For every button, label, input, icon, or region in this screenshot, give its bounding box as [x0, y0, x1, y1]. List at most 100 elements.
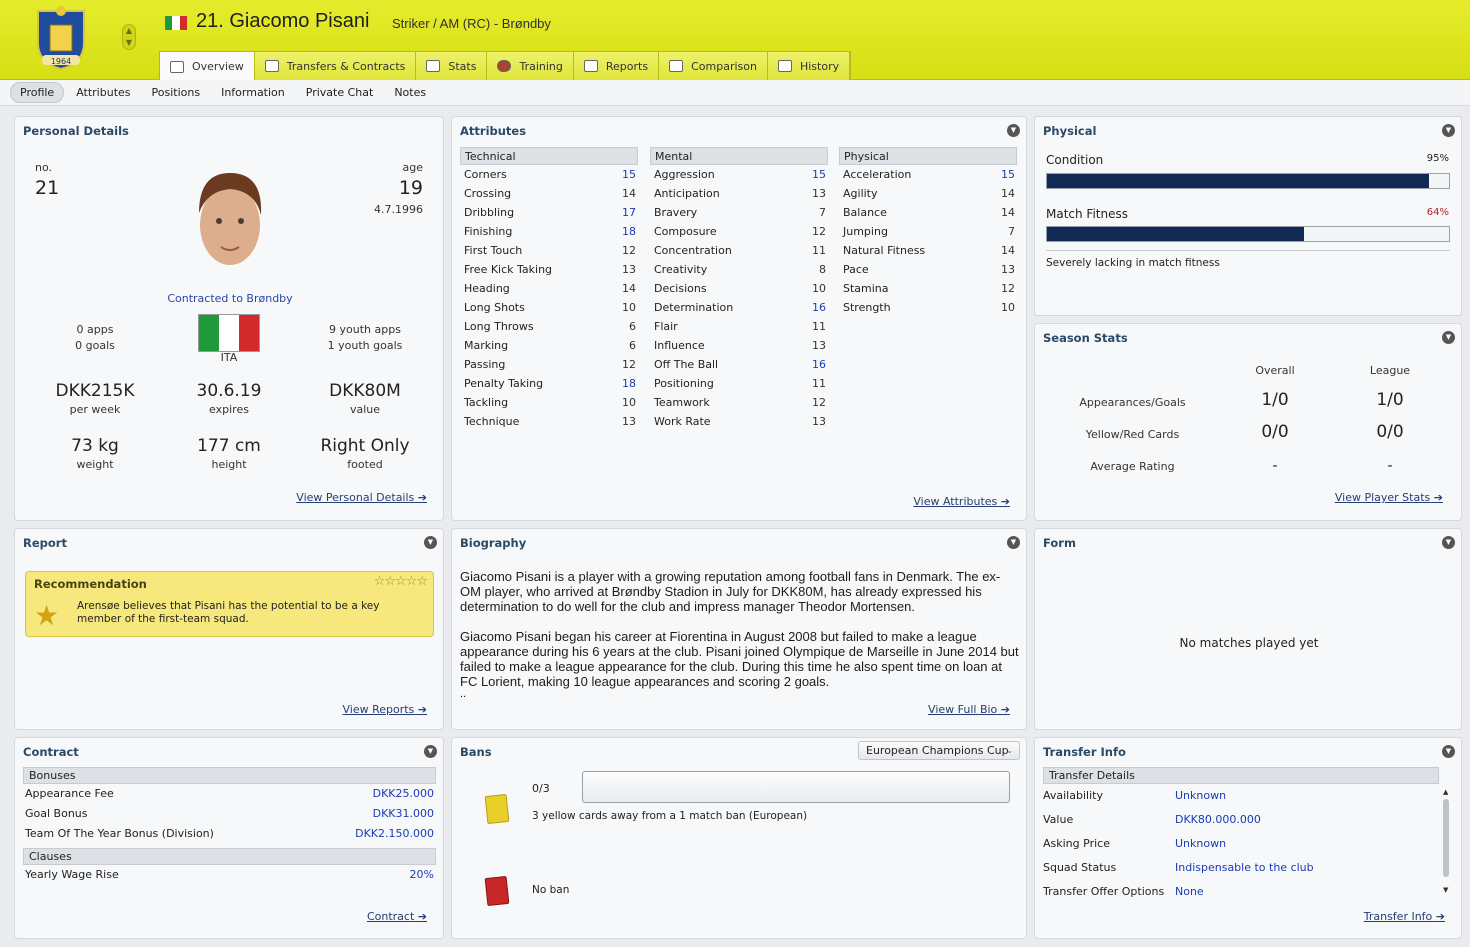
attribute-row: Passing 12: [460, 355, 638, 374]
comparison-icon: [669, 60, 684, 72]
overall-header: Overall: [1255, 364, 1295, 377]
transfer-label: Squad Status: [1043, 861, 1117, 874]
expires-label: expires: [209, 403, 249, 416]
transfer-row: Availability Unknown: [1043, 784, 1439, 808]
attribute-value: 14: [1001, 187, 1015, 200]
attribute-name: Balance: [843, 206, 887, 219]
attribute-row: Tackling 10: [460, 393, 638, 412]
panel-menu-icon[interactable]: ▼: [424, 745, 437, 758]
attribute-value: 12: [1001, 282, 1015, 295]
view-player-stats-link[interactable]: View Player Stats ➔: [1335, 491, 1443, 504]
panel-menu-icon[interactable]: ▼: [424, 536, 437, 549]
no-label: no.: [35, 161, 53, 174]
view-attributes-link[interactable]: View Attributes ➔: [913, 495, 1010, 508]
match-fitness-bar: [1046, 226, 1450, 242]
transfer-label: Availability: [1043, 789, 1103, 802]
contract-value: DKK2.150.000: [355, 827, 434, 840]
subnav-attributes[interactable]: Attributes: [67, 83, 139, 102]
league-apps-goals: 1/0: [1376, 390, 1404, 410]
panel-menu-icon[interactable]: ▼: [1442, 536, 1455, 549]
attribute-name: Aggression: [654, 168, 715, 181]
panel-menu-icon[interactable]: ▼: [1007, 536, 1020, 549]
tab-training[interactable]: Training: [487, 52, 574, 80]
subnav-positions[interactable]: Positions: [143, 83, 210, 102]
panel-menu-icon[interactable]: ▼: [1442, 745, 1455, 758]
transfer-info-link[interactable]: Transfer Info ➔: [1364, 910, 1445, 923]
bonuses-header: Bonuses: [23, 767, 436, 784]
scrollbar-thumb[interactable]: [1443, 799, 1449, 877]
attribute-value: 11: [812, 377, 826, 390]
fitness-note: Severely lacking in match fitness: [1046, 257, 1220, 269]
attribute-value: 18: [622, 225, 636, 238]
scroll-up-icon[interactable]: ▲: [1443, 788, 1451, 796]
scrollbar[interactable]: ▲ ▼: [1443, 788, 1451, 896]
contract-link[interactable]: Contract ➔: [367, 910, 427, 923]
contract-label: Team Of The Year Bonus (Division): [25, 827, 214, 840]
attribute-row: First Touch 12: [460, 241, 638, 260]
contract-row: Goal Bonus DKK31.000: [23, 804, 436, 824]
scroll-down-icon[interactable]: ▼: [1443, 886, 1451, 894]
attribute-value: 16: [812, 358, 826, 371]
attribute-value: 15: [1001, 168, 1015, 181]
attribute-value: 17: [622, 206, 636, 219]
tab-history[interactable]: History: [767, 52, 851, 80]
view-full-bio-link[interactable]: View Full Bio ➔: [928, 703, 1010, 716]
subnav-information[interactable]: Information: [212, 83, 294, 102]
attribute-row: Influence 13: [650, 336, 828, 355]
attribute-name: Stamina: [843, 282, 889, 295]
tab-transfers-contracts[interactable]: Transfers & Contracts: [254, 52, 417, 80]
attribute-name: Crossing: [464, 187, 512, 200]
attribute-value: 13: [812, 339, 826, 352]
attribute-name: First Touch: [464, 244, 523, 257]
column-header: Technical: [460, 147, 638, 165]
attribute-name: Flair: [654, 320, 678, 333]
tab-stats[interactable]: Stats: [416, 52, 488, 80]
condition-bar: [1046, 173, 1450, 189]
match-fitness-value: 64%: [1426, 207, 1449, 218]
tab-reports[interactable]: Reports: [573, 52, 660, 80]
attribute-row: Pace 13: [839, 260, 1017, 279]
subnav-profile[interactable]: Profile: [10, 82, 65, 103]
view-reports-link[interactable]: View Reports ➔: [342, 703, 427, 716]
yellow-card-note: 3 yellow cards away from a 1 match ban (…: [532, 810, 808, 822]
panel-menu-icon[interactable]: ▼: [1007, 124, 1020, 137]
tab-overview[interactable]: Overview: [160, 52, 255, 81]
tab-comparison[interactable]: Comparison: [659, 52, 768, 80]
attribute-row: Dribbling 17: [460, 203, 638, 222]
preferred-foot: Right Only: [320, 436, 410, 456]
panel-menu-icon[interactable]: ▼: [1442, 124, 1455, 137]
arrow-down-icon[interactable]: ▼: [123, 37, 135, 49]
attribute-value: 10: [1001, 301, 1015, 314]
attribute-name: Bravery: [654, 206, 698, 219]
attribute-row: Penalty Taking 18: [460, 374, 638, 393]
attribute-value: 12: [622, 244, 636, 257]
attribute-name: Teamwork: [654, 396, 710, 409]
league-average-rating: -: [1387, 458, 1393, 474]
view-personal-details-link[interactable]: View Personal Details ➔: [296, 491, 427, 504]
attribute-row: Free Kick Taking 13: [460, 260, 638, 279]
attribute-name: Anticipation: [654, 187, 720, 200]
panel-menu-icon[interactable]: ▼: [1442, 331, 1455, 344]
bio-paragraph: Giacomo Pisani is a player with a growin…: [460, 569, 1001, 614]
competition-select[interactable]: European Champions Cup ⌄: [858, 741, 1020, 760]
attribute-row: Creativity 8: [650, 260, 828, 279]
attribute-name: Technique: [464, 415, 520, 428]
arrow-up-icon[interactable]: ▲: [123, 25, 135, 37]
player-face-image: [199, 173, 262, 265]
footed-label: footed: [347, 458, 383, 471]
player-navigator-stepper[interactable]: ▲ ▼: [122, 24, 136, 50]
attribute-row: Aggression 15: [650, 165, 828, 184]
attribute-row: Technique 13: [460, 412, 638, 431]
contract-status: Contracted to Brøndby: [167, 292, 293, 305]
attribute-row: Bravery 7: [650, 203, 828, 222]
cards-label: Yellow/Red Cards: [1085, 428, 1180, 441]
attribute-value: 6: [629, 339, 636, 352]
subnav-notes[interactable]: Notes: [385, 83, 435, 102]
red-card-icon: [484, 875, 510, 907]
attribute-value: 15: [622, 168, 636, 181]
weight-label: weight: [76, 458, 114, 471]
subnav-private-chat[interactable]: Private Chat: [297, 83, 383, 102]
recommendation-title: Recommendation: [34, 577, 147, 591]
chevron-down-icon: ⌄: [1006, 746, 1013, 755]
panel-title: Biography: [460, 536, 527, 550]
